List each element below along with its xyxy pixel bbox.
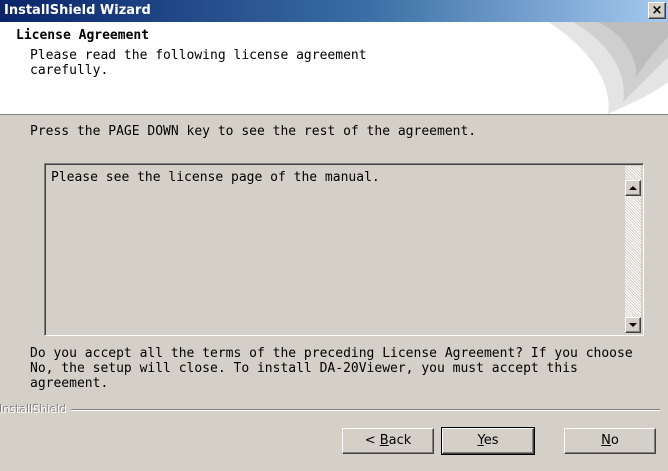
close-icon: × — [651, 3, 663, 18]
back-button-mnemonic: B — [379, 433, 389, 448]
yes-button[interactable]: Yes — [441, 427, 535, 455]
scroll-down-arrow-icon — [629, 323, 637, 327]
branding-divider: InstallShield — [0, 403, 668, 417]
license-text: Please see the license page of the manua… — [51, 170, 380, 185]
back-button[interactable]: < Back — [342, 428, 434, 454]
license-scrollbar[interactable] — [625, 166, 641, 333]
scroll-up-arrow-icon — [629, 186, 637, 190]
divider-line — [60, 409, 660, 411]
header-swoosh-graphic — [548, 22, 668, 114]
scroll-up-button[interactable] — [625, 180, 641, 196]
window-title: InstallShield Wizard — [4, 3, 151, 18]
title-bar: InstallShield Wizard × — [0, 0, 668, 22]
back-button-rest: ack — [388, 433, 412, 448]
installshield-label: InstallShield — [0, 403, 71, 416]
no-button-mnemonic: N — [601, 433, 611, 448]
page-title: License Agreement — [16, 28, 150, 43]
yes-button-rest: es — [483, 433, 499, 448]
page-subtitle: Please read the following license agreem… — [30, 48, 367, 78]
scroll-down-button[interactable] — [625, 317, 641, 333]
accept-question-text: Do you accept all the terms of the prece… — [30, 346, 633, 391]
header-panel: License Agreement Please read the follow… — [0, 22, 668, 115]
back-button-prefix: < — [364, 433, 380, 448]
installshield-wizard-window: InstallShield Wizard × License Agreement… — [0, 0, 668, 471]
instruction-text: Press the PAGE DOWN key to see the rest … — [30, 124, 477, 139]
close-button[interactable]: × — [648, 2, 666, 19]
no-button[interactable]: No — [564, 428, 656, 454]
no-button-rest: o — [610, 433, 619, 448]
license-text-box[interactable]: Please see the license page of the manua… — [44, 163, 644, 336]
